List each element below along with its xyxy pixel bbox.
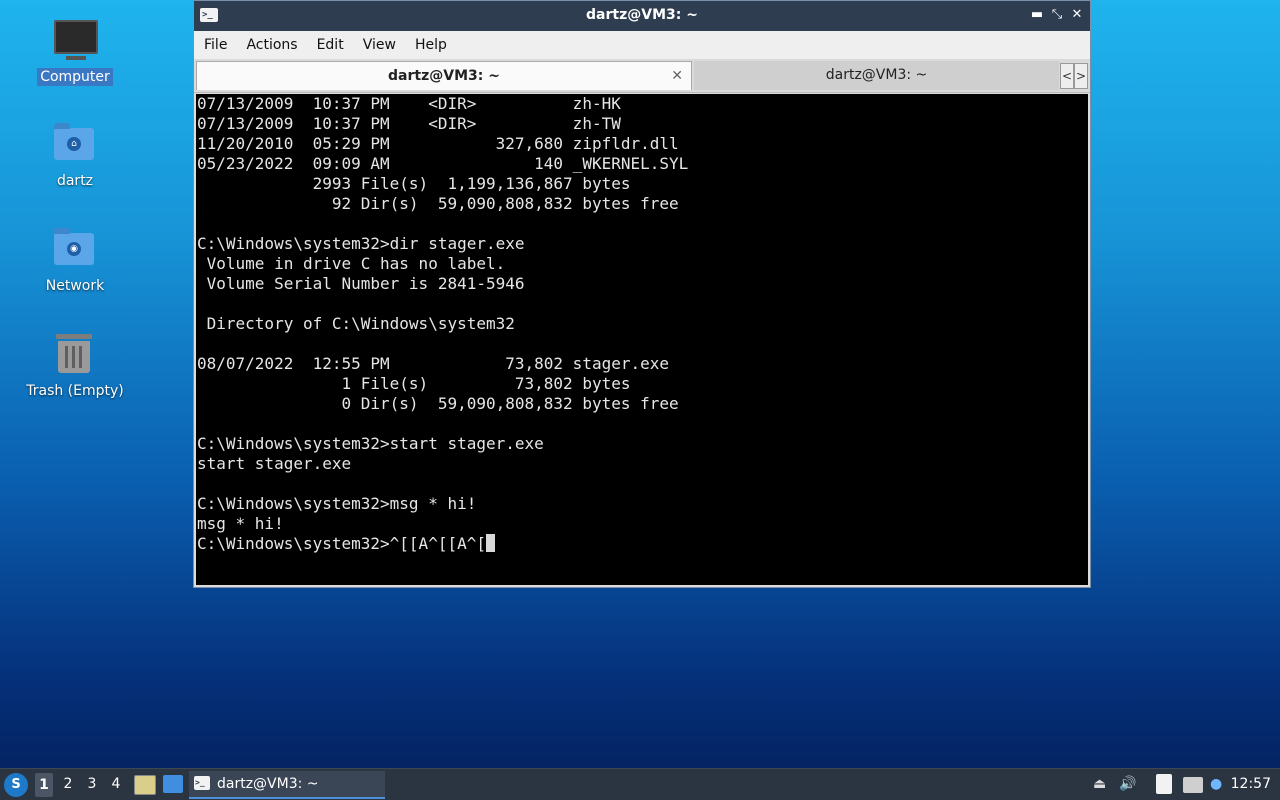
tab-bar: dartz@VM3: ~ ✕ dartz@VM3: ~: [194, 59, 1090, 93]
tab-label: dartz@VM3: ~: [825, 67, 928, 83]
tab-scroll-right-icon[interactable]: >: [1074, 63, 1088, 89]
maximize-icon[interactable]: ⤡: [1048, 7, 1066, 22]
desktop-icon-label: dartz: [56, 173, 94, 189]
prompt-text: C:\Windows\system32>^[[A^[[A^[: [197, 534, 486, 553]
network-icon[interactable]: [1183, 777, 1203, 793]
workspace-3[interactable]: 3: [83, 776, 101, 792]
clock[interactable]: 12:57: [1231, 776, 1271, 792]
workspace-1[interactable]: 1: [35, 773, 53, 797]
desktop-icon-network[interactable]: ◉ Network: [20, 225, 130, 295]
terminal-text: 07/13/2009 10:37 PM <DIR> zh-HK 07/13/20…: [197, 94, 689, 533]
volume-icon[interactable]: 🔊: [1119, 776, 1136, 792]
menu-file[interactable]: File: [194, 31, 236, 53]
eject-icon[interactable]: ⏏: [1093, 776, 1106, 792]
home-folder-icon: ⌂: [52, 120, 98, 166]
terminal-prompt-line[interactable]: C:\Windows\system32>^[[A^[[A^[: [196, 534, 1088, 554]
menubar: File Actions Edit View Help: [194, 31, 1090, 59]
file-manager-icon[interactable]: [134, 775, 156, 795]
close-icon[interactable]: ✕: [1068, 7, 1086, 22]
workspace-4[interactable]: 4: [107, 776, 125, 792]
window-title: dartz@VM3: ~: [586, 7, 698, 23]
taskbar-task-terminal[interactable]: >_ dartz@VM3: ~: [189, 771, 385, 799]
tab-1[interactable]: dartz@VM3: ~ ✕: [196, 61, 692, 90]
desktop-icon-label: Network: [45, 278, 105, 294]
minimize-icon[interactable]: ▬: [1028, 7, 1046, 22]
tab-2[interactable]: dartz@VM3: ~: [694, 61, 1059, 90]
start-menu-icon[interactable]: S: [4, 773, 28, 797]
menu-edit[interactable]: Edit: [307, 31, 353, 53]
network-folder-icon: ◉: [52, 225, 98, 271]
desktop-icon-trash[interactable]: Trash (Empty): [20, 330, 130, 400]
show-desktop-icon[interactable]: [163, 775, 183, 793]
menu-actions[interactable]: Actions: [236, 31, 306, 53]
window-titlebar[interactable]: >_ dartz@VM3: ~ ▬ ⤡ ✕: [194, 1, 1090, 31]
tab-label: dartz@VM3: ~: [388, 68, 500, 84]
trash-icon: [52, 330, 98, 376]
update-notifier-icon[interactable]: ●: [1210, 776, 1222, 792]
menu-help[interactable]: Help: [405, 31, 456, 53]
taskbar: S 1 2 3 4 >_ dartz@VM3: ~ ⏏ 🔊 ● 12:57: [0, 768, 1280, 800]
tab-close-icon[interactable]: ✕: [671, 62, 683, 91]
desktop-icon-dartz[interactable]: ⌂ dartz: [20, 120, 130, 190]
workspace-2[interactable]: 2: [59, 776, 77, 792]
tab-scroll-left-icon[interactable]: <: [1060, 63, 1074, 89]
terminal-icon: >_: [194, 776, 210, 790]
desktop-icon-computer[interactable]: Computer: [20, 16, 130, 86]
terminal-window: >_ dartz@VM3: ~ ▬ ⤡ ✕ File Actions Edit Vie…: [193, 0, 1091, 588]
task-label: dartz@VM3: ~: [217, 776, 319, 792]
computer-icon: [52, 16, 98, 62]
text-cursor: [485, 534, 495, 552]
desktop-icon-label: Computer: [37, 68, 113, 86]
menu-view[interactable]: View: [353, 31, 405, 53]
desktop-icon-label: Trash (Empty): [26, 383, 124, 399]
clipboard-icon[interactable]: [1156, 774, 1172, 794]
terminal-output[interactable]: 07/13/2009 10:37 PM <DIR> zh-HK 07/13/20…: [196, 94, 1088, 585]
